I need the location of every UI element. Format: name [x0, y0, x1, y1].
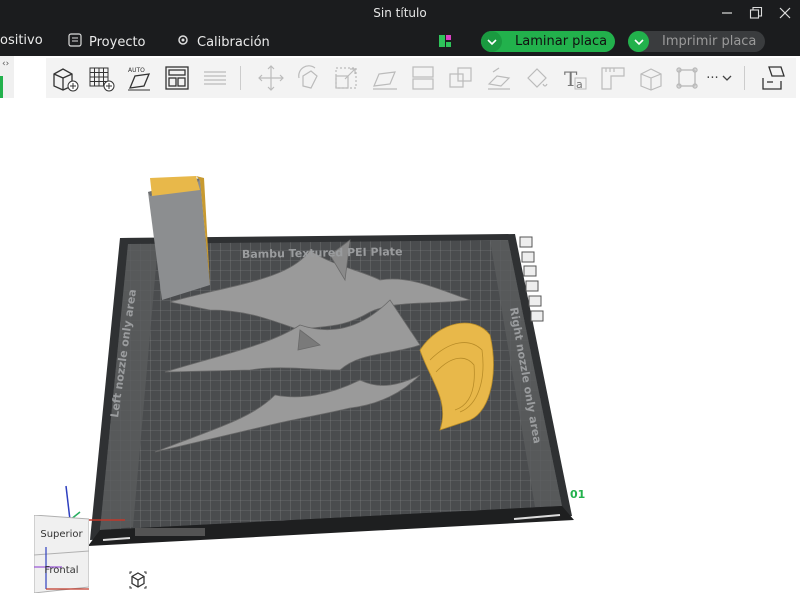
toolbar-divider — [240, 66, 241, 90]
text-icon[interactable]: Ta — [560, 64, 590, 92]
add-plate-icon[interactable] — [86, 64, 116, 92]
arrange-icon[interactable] — [162, 64, 192, 92]
more-tools-label: ··· — [706, 70, 719, 86]
view-home-icon — [129, 571, 147, 589]
toolbar-divider — [744, 66, 745, 90]
view-front-label: Frontal — [44, 565, 79, 576]
move-icon[interactable] — [256, 64, 286, 92]
plate-number: 01 — [570, 488, 585, 501]
title-bar: Sin título — [0, 0, 800, 27]
tab-dispositivo[interactable]: ositivo — [0, 33, 43, 48]
scene-svg: Bambu Textured PEI Plate Left nozzle onl… — [65, 176, 585, 546]
more-tools-button[interactable]: ··· — [702, 64, 736, 92]
minimize-icon[interactable] — [716, 3, 738, 23]
cut-icon[interactable] — [408, 64, 438, 92]
add-object-icon[interactable] — [50, 64, 80, 92]
close-icon[interactable] — [774, 3, 796, 23]
lay-on-face-icon[interactable] — [370, 64, 400, 92]
gear-icon — [176, 33, 190, 51]
tab-proyecto-label: Proyecto — [89, 34, 146, 50]
print-plate-label: Imprimir placa — [662, 34, 757, 49]
svg-text:AUTO: AUTO — [128, 67, 145, 74]
layout-icon[interactable] — [438, 34, 452, 52]
support-paint-icon[interactable] — [484, 64, 514, 92]
print-plate-button[interactable]: Imprimir placa — [628, 31, 765, 52]
chevron-down-icon[interactable] — [481, 31, 502, 52]
tab-calibracion[interactable]: Calibración — [176, 33, 270, 51]
chevron-down-icon[interactable] — [628, 31, 649, 52]
fit-view-icon[interactable] — [672, 64, 702, 92]
tab-calibracion-label: Calibración — [197, 34, 270, 50]
plate-slot — [135, 528, 205, 536]
rotate-icon[interactable] — [294, 64, 324, 92]
seam-paint-icon[interactable] — [522, 64, 552, 92]
plate-settings-icon[interactable] — [758, 64, 788, 92]
slice-plate-button[interactable]: Laminar placa — [481, 31, 615, 52]
split-icon[interactable] — [446, 64, 476, 92]
collapse-panel-icon[interactable]: ‹› — [2, 59, 9, 69]
document-icon — [68, 33, 82, 51]
toolbar: AUTO Ta ··· — [46, 58, 796, 99]
window-title: Sin título — [373, 6, 427, 20]
view-cube[interactable]: Superior Frontal — [34, 515, 89, 593]
scale-icon[interactable] — [332, 64, 362, 92]
reset-view-button[interactable] — [124, 566, 152, 594]
measure-icon[interactable] — [598, 64, 628, 92]
restore-icon[interactable] — [745, 3, 767, 23]
tab-dispositivo-label: ositivo — [0, 33, 43, 48]
slice-plate-label: Laminar placa — [515, 34, 608, 49]
tab-proyecto[interactable]: Proyecto — [68, 33, 146, 51]
auto-orient-icon[interactable]: AUTO — [124, 64, 154, 92]
chevron-down-icon — [722, 75, 732, 81]
3d-viewport[interactable]: Bambu Textured PEI Plate Left nozzle onl… — [0, 98, 800, 600]
assembly-icon[interactable] — [636, 64, 666, 92]
layers-icon — [200, 64, 230, 92]
view-top-label: Superior — [40, 529, 83, 540]
